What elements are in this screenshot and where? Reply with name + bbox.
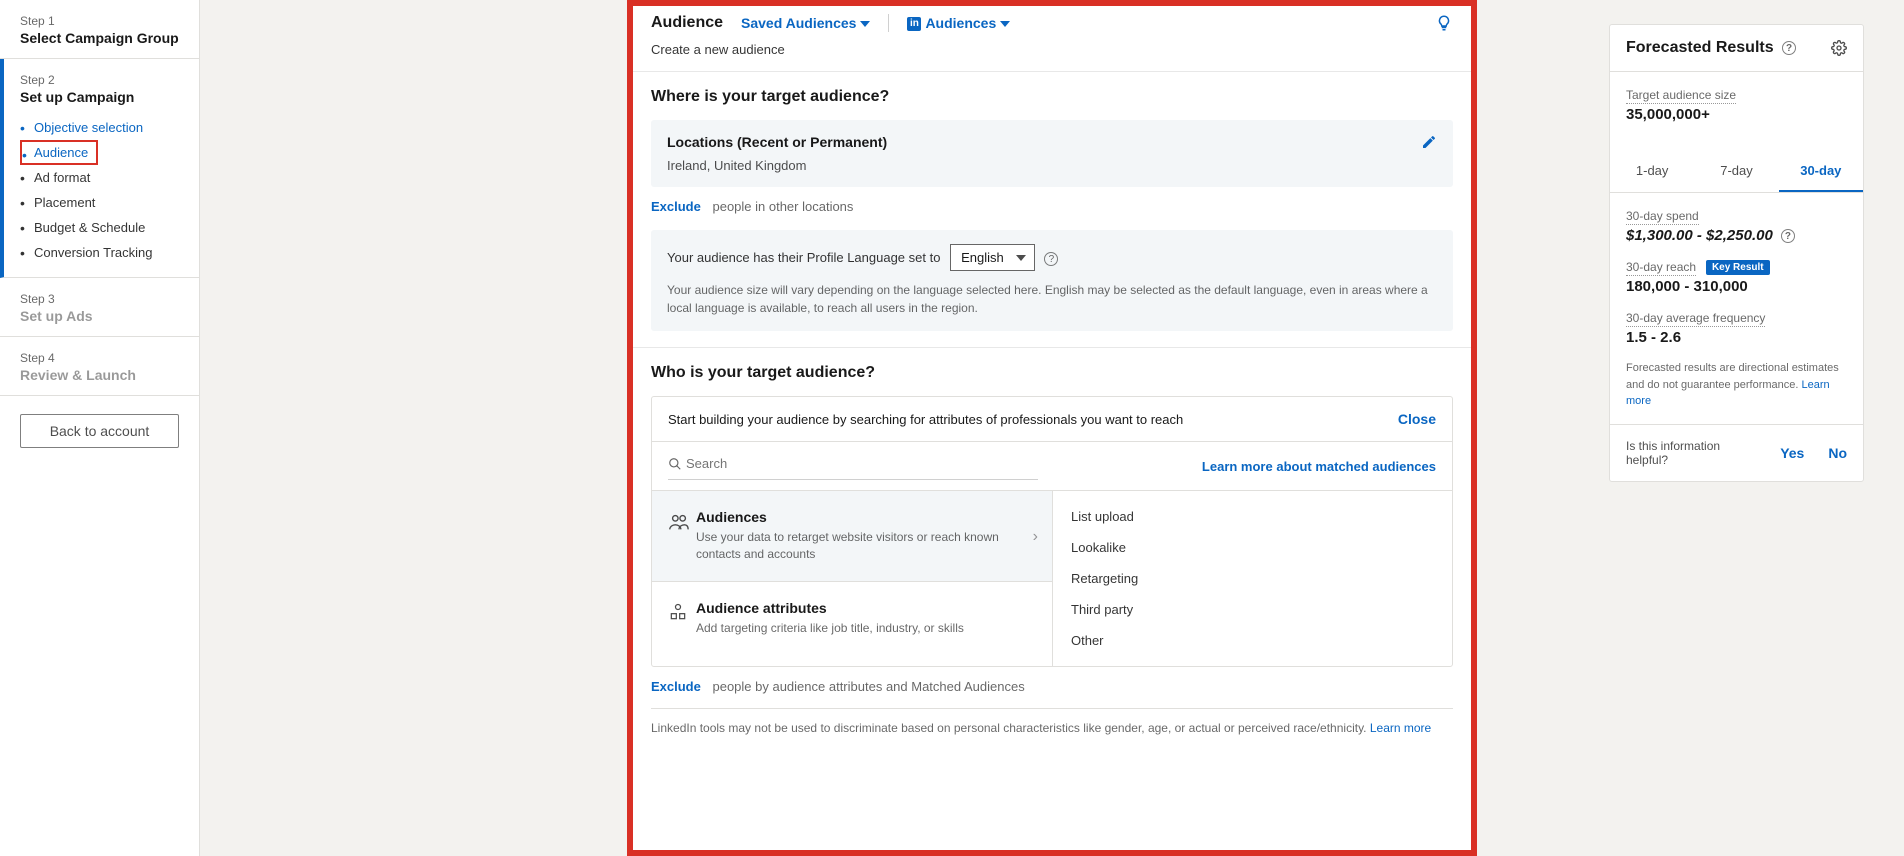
step-4-title: Review & Launch	[20, 367, 179, 383]
chevron-right-icon: ›	[1033, 528, 1038, 546]
audiences-icon	[668, 511, 696, 533]
substep-budget[interactable]: Budget & Schedule	[20, 215, 179, 240]
substep-adformat[interactable]: Ad format	[20, 165, 179, 190]
step-3[interactable]: Step 3 Set up Ads	[0, 278, 199, 337]
feedback-no-button[interactable]: No	[1828, 445, 1847, 461]
step-2-title: Set up Campaign	[20, 89, 179, 105]
cat-audiences-title: Audiences	[696, 509, 1036, 525]
step-4[interactable]: Step 4 Review & Launch	[0, 337, 199, 396]
forecast-title: Forecasted Results ?	[1626, 39, 1796, 57]
attributes-icon	[668, 602, 696, 622]
tab-30day[interactable]: 30-day	[1779, 151, 1863, 192]
saved-audiences-link[interactable]: Saved Audiences	[741, 15, 870, 31]
locations-value: Ireland, United Kingdom	[667, 158, 1437, 173]
substep-conversion[interactable]: Conversion Tracking	[20, 240, 179, 265]
audience-size-value: 35,000,000+	[1626, 106, 1847, 123]
step-3-label: Step 3	[20, 292, 179, 306]
search-icon	[668, 457, 682, 471]
audience-card: Audience Saved Audiences inAudiences Cre…	[627, 0, 1477, 856]
step-1-label: Step 1	[20, 14, 179, 28]
key-result-badge: Key Result	[1706, 260, 1770, 275]
campaign-steps-sidebar: Step 1 Select Campaign Group Step 2 Set …	[0, 0, 200, 856]
step-2: Step 2 Set up Campaign Objective selecti…	[0, 59, 199, 278]
audience-title: Audience	[651, 14, 723, 32]
builder-category-attributes[interactable]: Audience attributes Add targeting criter…	[652, 581, 1052, 655]
audience-subtitle: Create a new audience	[633, 42, 1471, 71]
option-retargeting[interactable]: Retargeting	[1053, 563, 1452, 594]
chevron-down-icon	[1000, 21, 1010, 27]
cat-attrs-title: Audience attributes	[696, 600, 1036, 616]
substep-placement[interactable]: Placement	[20, 190, 179, 215]
builder-prompt: Start building your audience by searchin…	[668, 412, 1183, 427]
feedback-question: Is this information helpful?	[1626, 439, 1726, 467]
freq-value: 1.5 - 2.6	[1626, 329, 1847, 346]
option-list-upload[interactable]: List upload	[1053, 501, 1452, 532]
lightbulb-icon[interactable]	[1435, 14, 1453, 32]
step-1-title: Select Campaign Group	[20, 30, 179, 46]
language-note: Your audience size will vary depending o…	[667, 281, 1437, 317]
matched-audiences-link[interactable]: Learn more about matched audiences	[1202, 459, 1436, 474]
exclude-locations-text: people in other locations	[712, 199, 853, 214]
edit-locations-button[interactable]	[1421, 134, 1437, 150]
forecast-panel: Forecasted Results ? Target audience siz…	[1609, 24, 1864, 482]
tab-1day[interactable]: 1-day	[1610, 151, 1694, 192]
step-2-label: Step 2	[20, 73, 179, 87]
where-heading: Where is your target audience?	[651, 88, 1453, 106]
option-lookalike[interactable]: Lookalike	[1053, 532, 1452, 563]
exclude-attributes-text: people by audience attributes and Matche…	[712, 679, 1024, 694]
language-prefix: Your audience has their Profile Language…	[667, 250, 940, 265]
audience-search-input[interactable]	[682, 452, 1038, 475]
language-select[interactable]: English	[950, 244, 1035, 271]
back-to-account-button[interactable]: Back to account	[20, 414, 179, 448]
substep-audience[interactable]: Audience	[20, 140, 98, 165]
help-icon[interactable]: ?	[1782, 41, 1796, 55]
spend-value: $1,300.00 - $2,250.00 ?	[1626, 227, 1847, 244]
substep-objective[interactable]: Objective selection	[20, 115, 179, 140]
linkedin-icon: in	[907, 17, 921, 31]
builder-category-audiences[interactable]: Audiences Use your data to retarget webs…	[652, 490, 1052, 581]
option-other[interactable]: Other	[1053, 625, 1452, 656]
reach-label: 30-day reach	[1626, 260, 1696, 276]
step-2-substeps: Objective selection Audience Ad format P…	[20, 115, 179, 265]
tab-7day[interactable]: 7-day	[1694, 151, 1778, 192]
audience-size-label: Target audience size	[1626, 88, 1736, 104]
chevron-down-icon	[1016, 255, 1026, 261]
disclaimer-learn-more-link[interactable]: Learn more	[1370, 721, 1431, 735]
step-3-title: Set up Ads	[20, 308, 179, 324]
feedback-yes-button[interactable]: Yes	[1780, 445, 1804, 461]
linkedin-audiences-link[interactable]: inAudiences	[907, 15, 1010, 31]
locations-title: Locations (Recent or Permanent)	[667, 134, 1437, 150]
cat-audiences-desc: Use your data to retarget website visito…	[696, 529, 1036, 563]
locations-box: Locations (Recent or Permanent) Ireland,…	[651, 120, 1453, 187]
help-icon[interactable]: ?	[1781, 229, 1795, 243]
step-1[interactable]: Step 1 Select Campaign Group	[0, 0, 199, 59]
gear-icon[interactable]	[1831, 40, 1847, 56]
exclude-attributes-link[interactable]: Exclude	[651, 679, 701, 694]
divider	[888, 14, 889, 32]
who-heading: Who is your target audience?	[651, 364, 1453, 382]
help-icon[interactable]: ?	[1044, 252, 1058, 266]
step-4-label: Step 4	[20, 351, 179, 365]
discrimination-disclaimer: LinkedIn tools may not be used to discri…	[651, 721, 1367, 735]
builder-close-link[interactable]: Close	[1398, 411, 1436, 427]
audience-builder: Start building your audience by searchin…	[651, 396, 1453, 667]
spend-label: 30-day spend	[1626, 209, 1699, 225]
exclude-locations-link[interactable]: Exclude	[651, 199, 701, 214]
reach-value: 180,000 - 310,000	[1626, 278, 1847, 295]
cat-attrs-desc: Add targeting criteria like job title, i…	[696, 620, 1036, 637]
freq-label: 30-day average frequency	[1626, 311, 1765, 327]
option-third-party[interactable]: Third party	[1053, 594, 1452, 625]
chevron-down-icon	[860, 21, 870, 27]
